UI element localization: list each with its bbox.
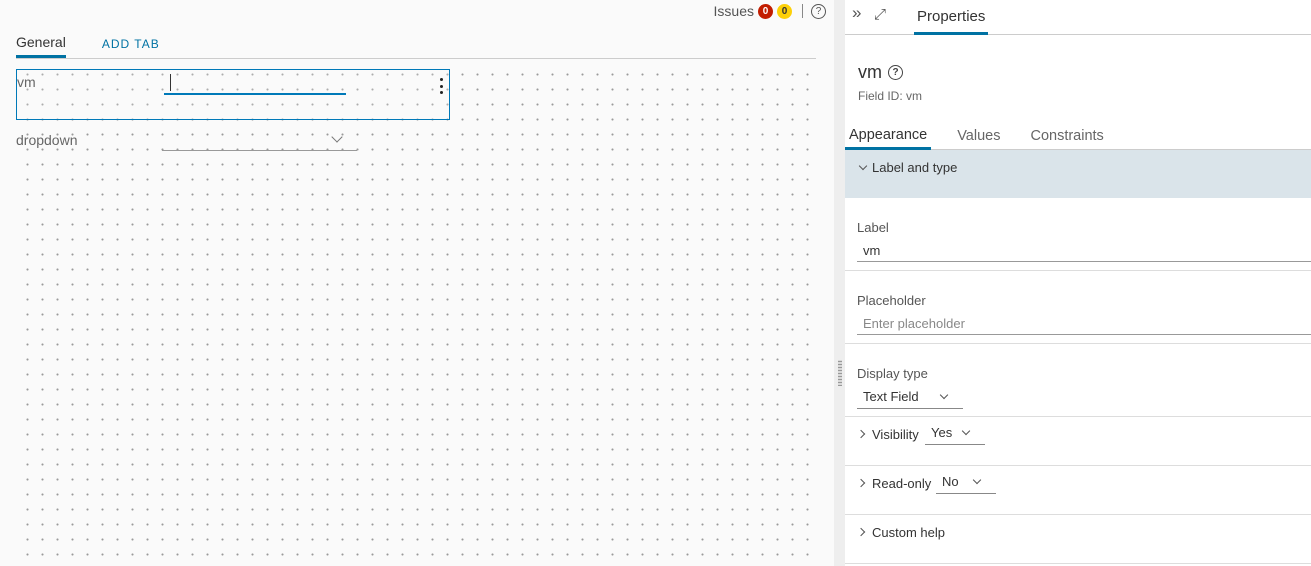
chevron-right-icon[interactable] bbox=[856, 478, 866, 488]
chevron-right-icon[interactable] bbox=[856, 527, 866, 537]
read-only-caption: Read-only bbox=[872, 476, 932, 491]
chevron-down-icon[interactable] bbox=[331, 131, 343, 143]
placeholder-caption: Placeholder bbox=[857, 293, 926, 308]
custom-help-caption: Custom help bbox=[872, 525, 945, 540]
placeholder-input[interactable]: Enter placeholder bbox=[857, 315, 1311, 335]
display-type-caption: Display type bbox=[857, 366, 928, 381]
display-type-value: Text Field bbox=[863, 389, 919, 404]
issues-bar[interactable]: Issues 0 0 ? bbox=[714, 3, 826, 19]
field-id: Field ID: vm bbox=[858, 89, 923, 103]
chevron-right-icon[interactable] bbox=[856, 429, 866, 439]
field-vm-label: vm bbox=[17, 74, 36, 90]
tab-values[interactable]: Values bbox=[953, 122, 1004, 150]
divider bbox=[845, 343, 1311, 344]
help-icon[interactable]: ? bbox=[811, 3, 826, 19]
visibility-select[interactable]: Yes bbox=[925, 423, 985, 445]
read-only-select[interactable]: No bbox=[936, 472, 996, 494]
text-cursor bbox=[170, 74, 171, 91]
field-dropdown-label: dropdown bbox=[16, 132, 78, 148]
warning-count-badge[interactable]: 0 bbox=[777, 3, 792, 19]
section-label-and-type-title[interactable]: Label and type bbox=[872, 160, 957, 175]
row-custom-help[interactable]: Custom help bbox=[845, 515, 1311, 564]
kebab-menu-icon[interactable] bbox=[439, 78, 443, 94]
issues-label[interactable]: Issues bbox=[714, 3, 754, 19]
field-title: vm ? bbox=[858, 62, 903, 83]
chevron-down-icon[interactable] bbox=[939, 390, 949, 400]
field-vm-input[interactable] bbox=[164, 93, 346, 95]
tab-appearance[interactable]: Appearance bbox=[845, 122, 932, 150]
error-count-badge[interactable]: 0 bbox=[758, 3, 773, 19]
form-tabs: General ADD TAB bbox=[16, 30, 816, 59]
dropdown-select[interactable] bbox=[162, 150, 357, 151]
label-caption: Label bbox=[857, 220, 889, 235]
section-label-and-type[interactable]: Label and type bbox=[845, 150, 1311, 198]
chevron-down-icon[interactable] bbox=[961, 426, 971, 436]
divider bbox=[845, 270, 1311, 271]
tab-general[interactable]: General bbox=[16, 29, 66, 58]
row-read-only[interactable]: Read-only No bbox=[845, 466, 1311, 515]
chevron-down-icon[interactable] bbox=[858, 161, 868, 171]
add-tab-button[interactable]: ADD TAB bbox=[102, 29, 160, 58]
properties-panel: » ⤢ Properties vm ? Field ID: vm Appeara… bbox=[845, 0, 1311, 566]
property-sub-tabs: Appearance Values Constraints bbox=[845, 122, 1311, 150]
expand-icon[interactable]: ⤢ bbox=[874, 7, 886, 22]
chevron-down-icon[interactable] bbox=[972, 475, 982, 485]
display-type-select[interactable]: Text Field bbox=[857, 387, 963, 409]
visibility-caption: Visibility bbox=[872, 427, 919, 442]
label-input[interactable]: vm bbox=[857, 242, 1311, 262]
read-only-value: No bbox=[942, 474, 959, 489]
tab-constraints[interactable]: Constraints bbox=[1026, 122, 1107, 150]
help-icon[interactable]: ? bbox=[888, 65, 903, 80]
tab-properties[interactable]: Properties bbox=[914, 0, 989, 35]
form-canvas-area: Issues 0 0 ? General ADD TAB vm dropdown bbox=[0, 0, 834, 566]
visibility-value: Yes bbox=[931, 425, 953, 440]
divider bbox=[802, 4, 803, 18]
panel-splitter[interactable] bbox=[834, 0, 845, 566]
canvas-field-dropdown[interactable]: dropdown bbox=[16, 130, 361, 154]
field-title-text: vm bbox=[858, 62, 882, 82]
resize-grip-icon[interactable] bbox=[838, 360, 842, 386]
canvas-field-vm[interactable]: vm bbox=[16, 69, 450, 120]
panel-header: » ⤢ Properties bbox=[845, 0, 1311, 35]
collapse-panel-icon[interactable]: » bbox=[852, 4, 861, 21]
row-visibility[interactable]: Visibility Yes bbox=[845, 417, 1311, 466]
